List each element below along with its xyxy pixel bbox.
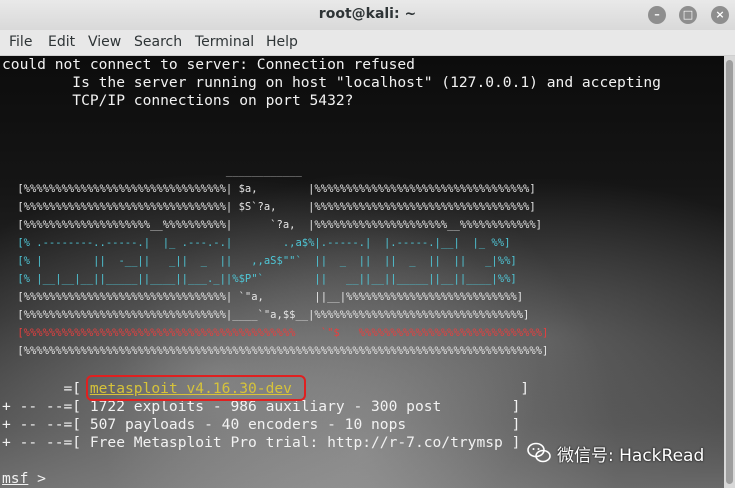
banner-line: [% .--------..-----.| |_ .---.-.| .,a$%|… (11, 237, 511, 249)
banner-line: [%%%%%%%%%%%%%%%%%%%%%%%%%%%%%%%%| $S`?a… (11, 201, 536, 213)
window-title: root@kali: ~ (318, 6, 417, 22)
error-line: could not connect to server: Connection … (2, 56, 415, 73)
terminal-output[interactable]: could not connect to server: Connection … (0, 56, 724, 488)
menu-search[interactable]: Search (134, 34, 182, 50)
stats-line: + -- --=[ 507 payloads - 40 encoders - 1… (2, 416, 521, 433)
wechat-icon (527, 442, 551, 463)
banner-line: ____________ (11, 165, 302, 177)
watermark-text: 微信号: HackRead (557, 446, 705, 466)
prompt-symbol: > (28, 470, 46, 487)
banner-line: [%%%%%%%%%%%%%%%%%%%%%%%%%%%%%%%%| `"a, … (11, 291, 524, 303)
minimize-button[interactable]: – (648, 6, 666, 24)
error-line: TCP/IP connections on port 5432? (2, 92, 354, 109)
prompt-line[interactable]: msf > (2, 470, 46, 488)
menu-help[interactable]: Help (266, 34, 298, 50)
prompt-msf: msf (2, 470, 29, 487)
menu-terminal[interactable]: Terminal (195, 34, 254, 50)
version-suffix: ] (291, 380, 530, 397)
banner-line: [%%%%%%%%%%%%%%%%%%%%%%%%%%%%%%%%| $a, |… (11, 183, 536, 195)
error-line: Is the server running on host "localhost… (2, 74, 661, 91)
close-button[interactable]: × (711, 6, 729, 24)
title-bar[interactable]: root@kali: ~ – □ × (0, 0, 735, 31)
banner-line: [%%%%%%%%%%%%%%%%%%%%%%%%%%%%%%%%%%%%%%%… (11, 327, 549, 339)
terminal-window: root@kali: ~ – □ × File Edit View Search… (0, 0, 735, 488)
version-highlight-box (86, 375, 306, 401)
stats-line: + -- --=[ Free Metasploit Pro trial: htt… (2, 434, 521, 451)
banner-line: [%%%%%%%%%%%%%%%%%%%%%%%%%%%%%%%%%%%%%%%… (11, 345, 549, 357)
menu-view[interactable]: View (88, 34, 121, 50)
banner-line: [%%%%%%%%%%%%%%%%%%%%%%%%%%%%%%%%|____`"… (11, 309, 530, 321)
metasploit-ascii-banner: ____________ [%%%%%%%%%%%%%%%%%%%%%%%%%%… (11, 162, 548, 360)
menu-bar: File Edit View Search Terminal Help (0, 30, 735, 56)
banner-line: [%%%%%%%%%%%%%%%%%%%%__%%%%%%%%%%| `?a, … (11, 219, 543, 231)
menu-edit[interactable]: Edit (48, 34, 75, 50)
menu-file[interactable]: File (9, 34, 32, 50)
version-prefix: =[ (2, 380, 90, 397)
banner-line: [% | || -__|| _|| _ || ,,aS$""` || _ || … (11, 255, 517, 267)
maximize-button[interactable]: □ (679, 6, 697, 24)
banner-line: [% |__|__|__||_____||____||___._||%$P"` … (11, 273, 517, 285)
scrollbar-thumb[interactable] (726, 60, 733, 484)
